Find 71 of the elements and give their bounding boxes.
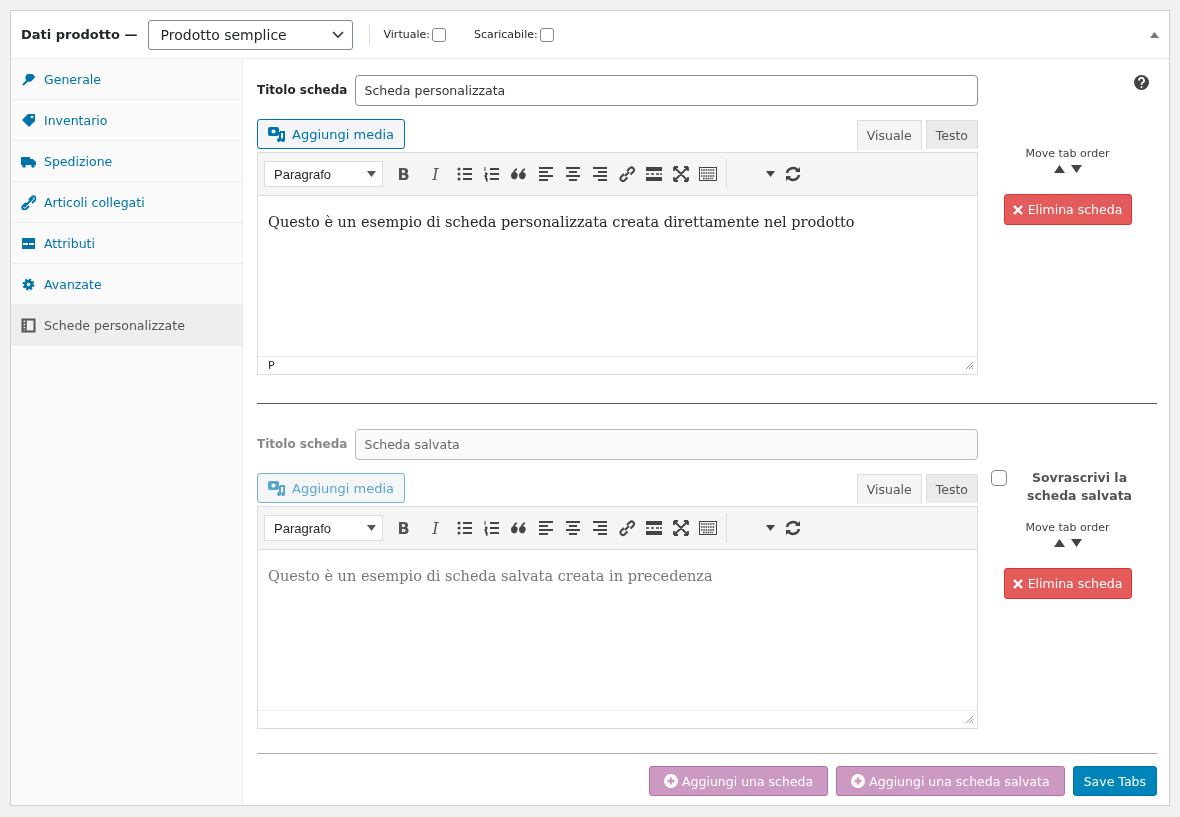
option-label: Scaricabile: [473,28,538,41]
link-icon [21,194,36,210]
keyboard-icon[interactable] [699,165,717,183]
help-icon[interactable] [1134,75,1149,90]
close-icon [1012,204,1023,215]
field-label: Titolo scheda [257,437,348,451]
fullscreen-icon[interactable] [672,519,690,537]
move-down-icon[interactable] [1070,165,1082,173]
fullscreen-icon[interactable] [672,165,690,183]
bullet-list-icon[interactable] [456,165,474,183]
bullet-list-icon[interactable] [456,519,474,537]
editor-tab[interactable]: Testo [925,120,978,149]
align-center-icon[interactable] [564,519,582,537]
film-icon [21,317,36,333]
plus-circle-icon [664,774,678,788]
resize-handle-icon[interactable] [965,361,974,370]
align-left-icon[interactable] [537,165,555,183]
card-icon [21,235,36,251]
sidebar-item[interactable]: Spedizione [11,141,242,182]
close-icon [1012,578,1023,589]
numbered-list-icon[interactable] [483,165,501,183]
chevron-down-icon [331,30,344,39]
read-more-icon[interactable] [645,519,663,537]
checkbox[interactable] [539,27,554,42]
save-button[interactable]: Save Tabs [1072,766,1157,796]
editor-content[interactable]: Questo è un esempio di scheda personalizzata creata direttamente nel prodotto [258,196,977,356]
align-right-icon[interactable] [591,165,609,183]
product-type-select[interactable]: Prodotto semplice [147,19,353,50]
media-icon [268,480,286,496]
tab-title-input[interactable]: Scheda personalizzata [355,74,978,106]
sidebar-item[interactable]: Attributi [11,223,242,264]
italic-button[interactable]: I [424,161,447,187]
sidebar-item[interactable]: Articoli collegati [11,182,242,223]
option-label: Virtuale: [383,28,430,41]
editor-tab[interactable]: Visuale [856,120,922,150]
resize-handle-icon[interactable] [965,715,974,724]
link-icon[interactable] [618,165,636,183]
dropdown-triangle-icon [367,525,376,531]
panel-title: Dati prodotto — [21,27,138,42]
collapse-triangle-icon[interactable] [1150,31,1159,38]
align-center-icon[interactable] [564,165,582,183]
align-left-icon[interactable] [537,519,555,537]
tag-icon [21,112,36,128]
plus-circle-icon [851,774,866,788]
wrench-icon [21,71,36,87]
refresh-icon[interactable] [784,519,802,537]
keyboard-icon[interactable] [699,519,717,537]
bold-button[interactable]: B [392,161,415,187]
dropdown-triangle-icon [367,171,376,177]
sidebar-item[interactable]: Inventario [11,100,242,141]
dropdown-triangle-icon[interactable] [766,171,775,177]
dropdown-triangle-icon[interactable] [766,525,775,531]
format-select[interactable]: Paragrafo [264,161,383,187]
add-media-button[interactable]: Aggiungi media [257,119,405,149]
move-tab-order-label: Move tab order [1025,521,1110,534]
field-label: Titolo scheda [257,83,348,97]
sidebar-item[interactable]: Schede personalizzate [11,305,242,346]
move-up-icon[interactable] [1053,165,1065,173]
sidebar-item[interactable]: Generale [11,59,242,100]
gear-icon [21,276,36,292]
refresh-icon[interactable] [784,165,802,183]
element-path: P [268,359,275,372]
align-right-icon[interactable] [591,519,609,537]
delete-tab-button[interactable]: Elimina scheda [1003,194,1132,225]
read-more-icon[interactable] [645,165,663,183]
checkbox[interactable] [431,27,446,42]
link-icon[interactable] [618,519,636,537]
move-tab-order-label: Move tab order [1025,147,1110,160]
numbered-list-icon[interactable] [483,519,501,537]
overwrite-label: Sovrascrivi la scheda salvata [1025,469,1134,505]
media-icon [268,126,286,142]
